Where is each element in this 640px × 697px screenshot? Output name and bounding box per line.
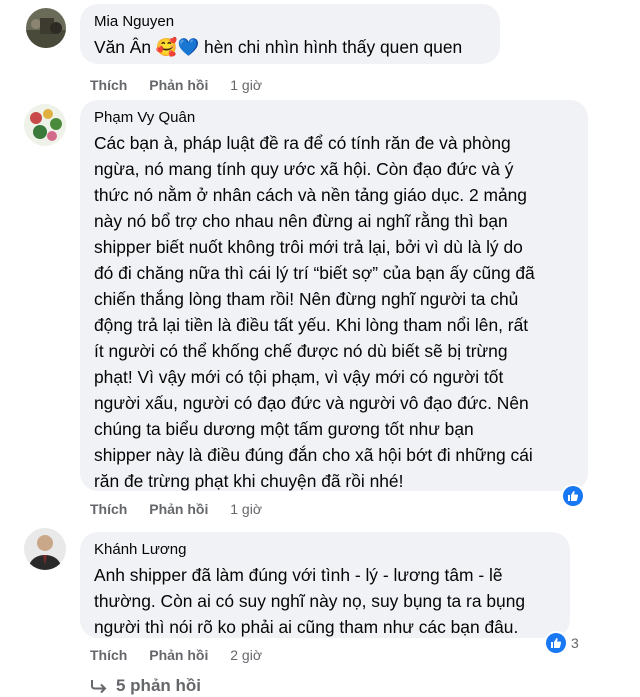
like-link[interactable]: Thích <box>90 647 127 663</box>
comment-line: Các bạn à, pháp luật đề ra để có tính ră… <box>94 133 511 153</box>
reaction-count: 3 <box>571 635 579 651</box>
comment-actions: Thích Phản hồi 1 giờ <box>90 77 280 93</box>
comment-line: Anh shipper đã làm đúng với tình - lý - … <box>94 565 503 585</box>
comment-text: Anh shipper đã làm đúng với tình - lý - … <box>94 562 556 640</box>
comment-line: ngừa, nó mang tính quy ước xã hội. Còn đ… <box>94 159 514 179</box>
reply-link[interactable]: Phản hồi <box>149 77 208 93</box>
comment-line: chiến thắng lòng tham rồi! Nên đừng nghĩ… <box>94 289 519 309</box>
thumbs-up-icon <box>546 633 566 653</box>
thumbs-up-icon <box>563 486 583 506</box>
comment-line: chúng ta biểu dương một tấm gương tốt nh… <box>94 419 474 439</box>
comment-actions: Thích Phản hồi 2 giờ <box>90 647 280 663</box>
avatar-image <box>26 8 66 48</box>
reaction-summary[interactable] <box>563 486 583 506</box>
comment-line: này nó bổ trợ cho nhau nên đừng ai nghĩ … <box>94 211 508 231</box>
comment-author[interactable]: Phạm Vy Quân <box>94 109 574 127</box>
comment-line: đó đi chăng nữa thì cái lý trí “biết sợ”… <box>94 263 535 283</box>
comment-line: thường. Còn ai có suy nghĩ này nọ, suy b… <box>94 591 526 611</box>
comment-line: shipper này là điều đúng đắn cho xã hội … <box>94 445 533 465</box>
timestamp[interactable]: 1 giờ <box>230 501 262 517</box>
reply-arrow-icon <box>91 680 107 693</box>
timestamp[interactable]: 2 giờ <box>230 647 262 663</box>
like-link[interactable]: Thích <box>90 501 127 517</box>
more-replies-label[interactable]: 5 phản hồi <box>116 676 201 696</box>
comment-line: ít người có thể khống chế được nó dù biế… <box>94 341 508 361</box>
avatar-image <box>24 528 66 570</box>
comment-author[interactable]: Khánh Lương <box>94 541 556 559</box>
comment-line: động trả lại tiền là điều tất yếu. Khi l… <box>94 315 529 335</box>
avatar[interactable] <box>26 8 66 48</box>
comment-line: răn đe trừng phạt khi chuyện đã rồi nhé! <box>94 471 404 491</box>
comment-text: Văn Ân 🥰💙 hèn chi nhìn hình thấy quen qu… <box>94 37 463 57</box>
reaction-summary[interactable]: 3 <box>546 633 579 653</box>
comment-line: người thì nói rõ ko phải ai cũng tham nh… <box>94 617 519 637</box>
comment-bubble: Phạm Vy Quân Các bạn à, pháp luật đề ra … <box>80 100 588 491</box>
comment-line: shipper biết nuốt không trôi mới trả lại… <box>94 237 523 257</box>
comment-bubble: Khánh Lương Anh shipper đã làm đúng với … <box>80 532 570 638</box>
comment-line: phạt! Vì vậy mới có tội phạm, vì vậy mới… <box>94 367 504 387</box>
avatar[interactable] <box>24 104 66 146</box>
comment-actions: Thích Phản hồi 1 giờ <box>90 501 280 517</box>
reply-link[interactable]: Phản hồi <box>149 647 208 663</box>
view-more-replies[interactable]: 5 phản hồi <box>90 676 201 696</box>
timestamp[interactable]: 1 giờ <box>230 77 262 93</box>
comment-author[interactable]: Mia Nguyen <box>94 13 486 31</box>
like-link[interactable]: Thích <box>90 77 127 93</box>
comment-line: thức nó nằm ở nhân cách và nền tảng giáo… <box>94 185 527 205</box>
comment-text: Các bạn à, pháp luật đề ra để có tính ră… <box>94 130 574 494</box>
comment-bubble: Mia Nguyen Văn Ân 🥰💙 hèn chi nhìn hình t… <box>80 4 500 64</box>
reply-link[interactable]: Phản hồi <box>149 501 208 517</box>
avatar-image <box>24 104 66 146</box>
avatar[interactable] <box>24 528 66 570</box>
comment-line: người xấu, người có đạo đức và người vô … <box>94 393 529 413</box>
